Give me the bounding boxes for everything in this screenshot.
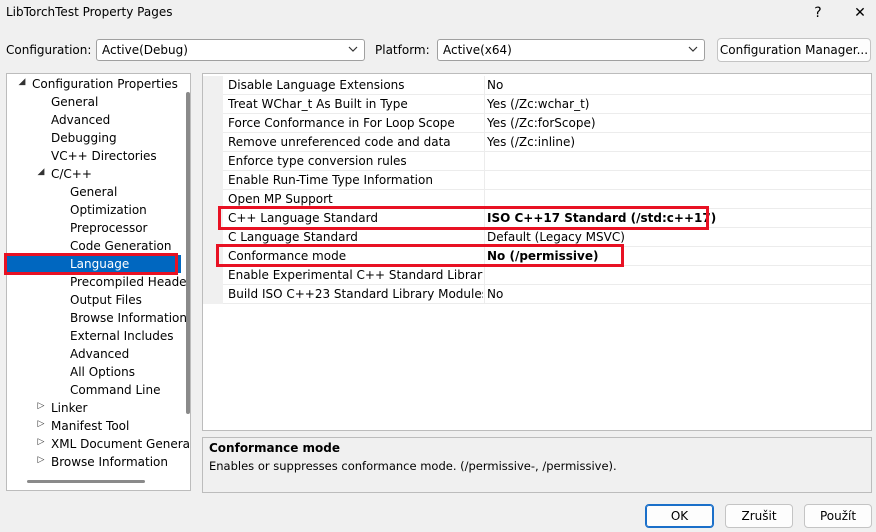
tree-item-browse-information[interactable]: Browse Information	[70, 309, 187, 327]
column-separator	[484, 152, 485, 171]
tree-item-precompiled-headers[interactable]: Precompiled Heade	[70, 273, 187, 291]
close-button[interactable]: ✕	[840, 0, 876, 26]
tree-item-manifest-tool[interactable]: Manifest Tool	[51, 417, 129, 435]
row-gutter	[203, 152, 223, 171]
property-value[interactable]: No	[487, 76, 503, 95]
cancel-button[interactable]: Zrušit	[725, 504, 793, 528]
description-panel: Conformance mode Enables or suppresses c…	[202, 437, 872, 493]
property-name: Force Conformance in For Loop Scope	[228, 116, 455, 130]
collapse-arrow-icon[interactable]: ◢	[36, 167, 46, 177]
platform-label: Platform:	[375, 43, 430, 57]
tree-item-external-includes[interactable]: External Includes	[70, 327, 174, 345]
column-separator	[484, 266, 485, 285]
tree-item-general[interactable]: General	[51, 93, 98, 111]
column-separator	[484, 76, 485, 95]
property-name: Disable Language Extensions	[228, 78, 405, 92]
property-row[interactable]: Enforce type conversion rules	[203, 152, 871, 171]
property-value[interactable]: Yes (/Zc:inline)	[487, 133, 575, 152]
tree-item-command-line[interactable]: Command Line	[70, 381, 161, 399]
property-row[interactable]: Disable Language Extensions No	[203, 76, 871, 95]
row-gutter	[203, 171, 223, 190]
ok-button[interactable]: OK	[645, 504, 714, 528]
property-name: Enable Experimental C++ Standard Library…	[228, 268, 483, 282]
tree-item-all-options[interactable]: All Options	[70, 363, 135, 381]
row-gutter	[203, 285, 223, 304]
highlight-box-conformance-mode	[216, 244, 624, 267]
configuration-manager-button[interactable]: Configuration Manager...	[717, 38, 871, 62]
row-gutter	[203, 266, 223, 285]
column-separator	[484, 95, 485, 114]
tree-item-preprocessor[interactable]: Preprocessor	[70, 219, 147, 237]
tree-item-browse-information-top[interactable]: Browse Information	[51, 453, 168, 471]
column-separator	[484, 285, 485, 304]
tree-item-vc-directories[interactable]: VC++ Directories	[51, 147, 157, 165]
row-gutter	[203, 133, 223, 152]
chevron-down-icon	[688, 46, 698, 52]
row-gutter	[203, 114, 223, 133]
configuration-select[interactable]: Active(Debug)	[96, 39, 365, 61]
tree-item-advanced[interactable]: Advanced	[51, 111, 110, 129]
property-name: Build ISO C++23 Standard Library Modules	[228, 287, 483, 301]
collapse-arrow-icon[interactable]: ◢	[17, 77, 27, 87]
property-value[interactable]: No	[487, 285, 503, 304]
property-row[interactable]: Treat WChar_t As Built in Type Yes (/Zc:…	[203, 95, 871, 114]
description-text: Enables or suppresses conformance mode. …	[209, 459, 617, 473]
tree-horizontal-scrollbar[interactable]	[27, 480, 145, 483]
property-row[interactable]: Enable Run-Time Type Information	[203, 171, 871, 190]
tree-item-linker[interactable]: Linker	[51, 399, 87, 417]
property-row[interactable]: Remove unreferenced code and data Yes (/…	[203, 133, 871, 152]
column-separator	[484, 133, 485, 152]
property-value[interactable]: Yes (/Zc:forScope)	[487, 114, 596, 133]
configuration-label: Configuration:	[6, 43, 92, 57]
chevron-down-icon	[348, 46, 358, 52]
property-name: Remove unreferenced code and data	[228, 135, 451, 149]
highlight-box-cpp-language-standard	[218, 206, 709, 230]
tree-item-cpp-advanced[interactable]: Advanced	[70, 345, 129, 363]
row-gutter	[203, 95, 223, 114]
expand-arrow-icon[interactable]: ▷	[36, 401, 46, 411]
property-row[interactable]: Build ISO C++23 Standard Library Modules…	[203, 285, 871, 304]
column-separator	[484, 171, 485, 190]
platform-value: Active(x64)	[443, 43, 512, 57]
help-button[interactable]: ?	[798, 0, 838, 26]
column-separator	[484, 114, 485, 133]
highlight-box-language	[4, 253, 178, 275]
tree-item-xml-document-generator[interactable]: XML Document Genera	[51, 435, 190, 453]
tree-item-optimization[interactable]: Optimization	[70, 201, 147, 219]
expand-arrow-icon[interactable]: ▷	[36, 437, 46, 447]
property-name: Treat WChar_t As Built in Type	[228, 97, 408, 111]
description-title: Conformance mode	[209, 441, 341, 455]
property-value[interactable]: Yes (/Zc:wchar_t)	[487, 95, 589, 114]
window-title: LibTorchTest Property Pages	[6, 5, 173, 19]
expand-arrow-icon[interactable]: ▷	[36, 419, 46, 429]
property-tree[interactable]: ◢ Configuration Properties General Advan…	[6, 73, 191, 491]
tree-item-c-cpp[interactable]: C/C++	[51, 165, 92, 183]
tree-item-configuration-properties[interactable]: Configuration Properties	[32, 75, 178, 93]
property-name: Enable Run-Time Type Information	[228, 173, 433, 187]
configuration-value: Active(Debug)	[102, 43, 188, 57]
tree-vertical-scrollbar[interactable]	[186, 92, 190, 414]
property-row[interactable]: Force Conformance in For Loop Scope Yes …	[203, 114, 871, 133]
expand-arrow-icon[interactable]: ▷	[36, 455, 46, 465]
apply-button[interactable]: Použít	[804, 504, 872, 528]
tree-item-cpp-general[interactable]: General	[70, 183, 117, 201]
property-row[interactable]: Enable Experimental C++ Standard Library…	[203, 266, 871, 285]
tree-item-debugging[interactable]: Debugging	[51, 129, 117, 147]
row-gutter	[203, 76, 223, 95]
platform-select[interactable]: Active(x64)	[437, 39, 705, 61]
tree-item-output-files[interactable]: Output Files	[70, 291, 142, 309]
property-name: Enforce type conversion rules	[228, 154, 407, 168]
